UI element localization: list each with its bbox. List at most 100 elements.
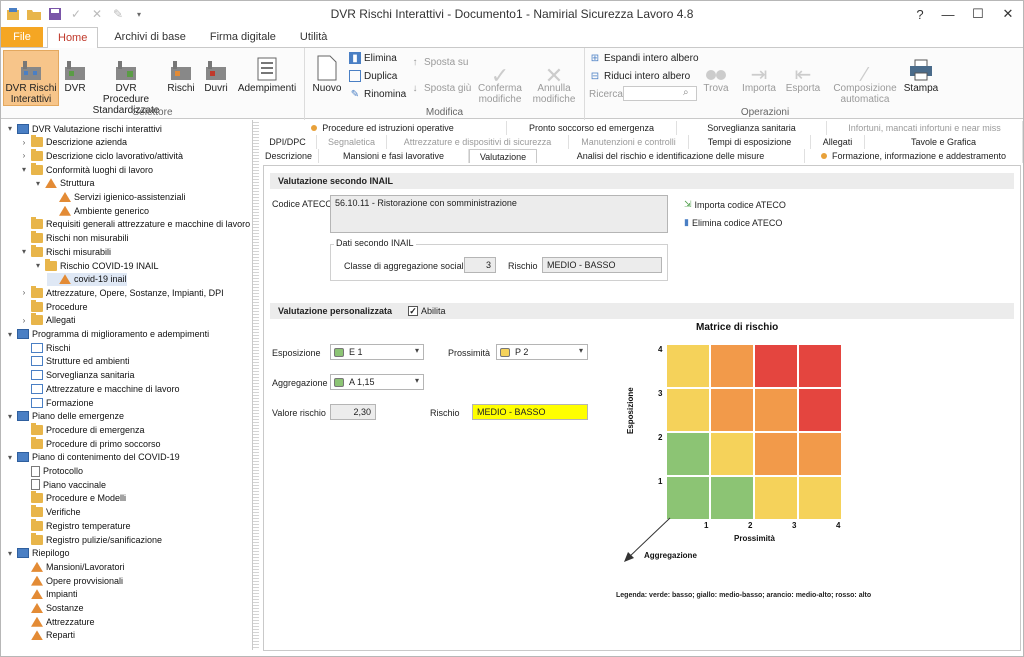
tree-item[interactable]: ▾ Programma di miglioramento e adempiment… — [5, 328, 209, 341]
quick-access-dropdown-icon[interactable]: ▾ — [130, 5, 148, 23]
tree-item[interactable]: Sostanze — [19, 602, 84, 615]
tree-item[interactable]: ▾ Piano di contenimento del COVID-19 — [5, 451, 180, 464]
tab-archivi-di-base[interactable]: Archivi di base — [104, 27, 196, 47]
conferma-modifiche-button[interactable]: ✓ Conferma modifiche — [475, 50, 525, 106]
composizione-automatica-button[interactable]: ⁄ Composizione automatica — [833, 50, 897, 105]
annulla-modifiche-button[interactable]: ✕ Annulla modifiche — [529, 50, 579, 106]
expand-toggle-icon[interactable]: ▾ — [33, 261, 43, 270]
content-tab[interactable]: Valutazione — [469, 149, 537, 163]
nuovo-button[interactable]: Nuovo — [309, 50, 345, 94]
importa-ateco-button[interactable]: ⇲ Importa codice ATECO — [684, 199, 786, 210]
abilita-checkbox[interactable]: ✓ — [408, 306, 419, 316]
tree-item[interactable]: Ambiente generico — [47, 204, 149, 217]
content-tab[interactable]: Procedure ed istruzioni operative — [259, 121, 507, 135]
tree-item[interactable]: ▾ DVR Valutazione rischi interattivi — [5, 122, 162, 135]
save-icon[interactable] — [46, 5, 64, 23]
dvr-button[interactable]: DVR — [61, 50, 89, 94]
expand-toggle-icon[interactable]: › — [19, 288, 29, 297]
expand-toggle-icon[interactable]: ▾ — [5, 549, 15, 558]
tree-item[interactable]: Formazione — [19, 396, 94, 409]
tab-utilita[interactable]: Utilità — [290, 27, 338, 47]
content-tab[interactable]: Analisi del rischio e identificazione de… — [537, 149, 805, 163]
open-folder-icon[interactable] — [25, 5, 43, 23]
tree-item[interactable]: Procedure di primo soccorso — [19, 436, 161, 450]
tree-item[interactable]: Registro pulizie/sanificazione — [19, 532, 162, 546]
expand-toggle-icon[interactable]: ▾ — [33, 179, 43, 188]
tab-file[interactable]: File — [1, 27, 43, 47]
tree-item[interactable]: ▾ Riepilogo — [5, 547, 70, 560]
tree-item[interactable]: ▾ Conformità luoghi di lavoro — [19, 162, 153, 176]
duplica-button[interactable]: Duplica — [349, 68, 397, 84]
expand-toggle-icon[interactable]: › — [19, 316, 29, 325]
help-icon[interactable]: ? — [905, 1, 935, 27]
minimize-button[interactable]: — — [933, 1, 963, 27]
tree-item[interactable]: ▾ Rischio COVID-19 INAIL — [33, 258, 159, 272]
sposta-su-button[interactable]: ↑ Sposta su — [409, 54, 469, 70]
tree-item[interactable]: Piano vaccinale — [19, 478, 106, 491]
content-tab[interactable]: Tempi di esposizione — [689, 135, 811, 149]
expand-toggle-icon[interactable]: ▾ — [5, 330, 15, 339]
tree-item[interactable]: ▾ Struttura — [33, 177, 95, 190]
content-tab[interactable]: Tavole e Grafica — [865, 135, 1023, 149]
rischio-personalizzato-field[interactable]: MEDIO - BASSO — [472, 404, 588, 420]
content-tab[interactable]: Pronto soccorso ed emergenza — [507, 121, 677, 135]
elimina-ateco-button[interactable]: ▮ Elimina codice ATECO — [684, 217, 782, 228]
tree-item[interactable]: Verifiche — [19, 505, 81, 519]
rischio-inail-field[interactable]: MEDIO - BASSO — [542, 257, 662, 273]
espandi-albero-button[interactable]: ⊞ Espandi intero albero — [589, 50, 699, 66]
tree-item[interactable]: ▾ Piano delle emergenze — [5, 410, 124, 423]
tree-item[interactable]: covid-19 inail — [47, 272, 127, 286]
stampa-button[interactable]: Stampa — [903, 50, 939, 94]
content-tab[interactable]: Segnaletica — [317, 135, 387, 149]
tree-item[interactable]: Impianti — [19, 588, 78, 601]
content-tab[interactable]: Allegati — [811, 135, 865, 149]
adempimenti-button[interactable]: Adempimenti — [237, 50, 297, 94]
tree-item[interactable]: Protocollo — [19, 465, 83, 478]
elimina-button[interactable]: ▮ Elimina — [349, 50, 397, 66]
tree-item[interactable]: Reparti — [19, 629, 75, 642]
close-button[interactable]: ✕ — [993, 1, 1023, 27]
tree-item[interactable]: Requisiti generali attrezzature e macchi… — [19, 217, 250, 231]
esposizione-select[interactable]: E 1 ▾ — [330, 344, 424, 360]
content-tab[interactable]: Manutenzioni e controlli — [569, 135, 689, 149]
content-tab[interactable]: Attrezzature e dispositivi di sicurezza — [387, 135, 569, 149]
prossimita-select[interactable]: P 2 ▾ — [496, 344, 588, 360]
expand-toggle-icon[interactable]: ▾ — [19, 165, 29, 174]
tree-item[interactable]: Strutture ed ambienti — [19, 355, 130, 368]
tree-item[interactable]: › Attrezzature, Opere, Sostanze, Impianti… — [19, 285, 224, 299]
tree-item[interactable]: Rischi — [19, 341, 71, 354]
sposta-giu-button[interactable]: ↓ Sposta giù — [409, 80, 472, 96]
content-tab[interactable]: Formazione, informazione e addestramento — [805, 149, 1023, 163]
wand-icon[interactable]: ✎ — [109, 5, 127, 23]
expand-toggle-icon[interactable]: ▾ — [5, 453, 15, 462]
tree-item[interactable]: Servizi igienico-assistenziali — [47, 191, 186, 204]
tree-item[interactable]: › Descrizione azienda — [19, 135, 127, 149]
content-tab[interactable]: Infortuni, mancati infortuni e near miss — [827, 121, 1023, 135]
tree-item[interactable]: Procedure e Modelli — [19, 491, 126, 505]
tree-item[interactable]: Rischi non misurabili — [19, 231, 129, 245]
tree-item[interactable]: ▾ Rischi misurabili — [19, 244, 111, 258]
content-tab[interactable]: Sorveglianza sanitaria — [677, 121, 827, 135]
importa-button[interactable]: ⇥ Importa — [741, 50, 777, 94]
close-x-icon[interactable]: ✕ — [88, 5, 106, 23]
tab-firma-digitale[interactable]: Firma digitale — [200, 27, 286, 47]
tree-item[interactable]: Procedure — [19, 299, 88, 313]
codice-ateco-field[interactable]: 56.10.11 - Ristorazione con somministraz… — [330, 195, 668, 233]
tree-item[interactable]: Attrezzature e macchine di lavoro — [19, 382, 180, 395]
expand-toggle-icon[interactable]: ▾ — [5, 412, 15, 421]
esporta-button[interactable]: ⇤ Esporta — [785, 50, 821, 94]
content-tab[interactable]: DPI/DPC — [259, 135, 317, 149]
tree-item[interactable]: › Descrizione ciclo lavorativo/attività — [19, 148, 183, 162]
rischi-button[interactable]: Rischi — [165, 50, 197, 94]
tree-item[interactable]: Attrezzature — [19, 615, 95, 628]
valore-rischio-field[interactable]: 2,30 — [330, 404, 376, 420]
dvr-rischi-interattivi-button[interactable]: DVR Rischi Interattivi — [3, 50, 59, 106]
splitter[interactable] — [253, 120, 259, 650]
check-icon[interactable]: ✓ — [67, 5, 85, 23]
rinomina-button[interactable]: ✎ Rinomina — [349, 86, 406, 102]
riduci-albero-button[interactable]: ⊟ Riduci intero albero — [589, 68, 690, 84]
tree-item[interactable]: › Allegati — [19, 313, 76, 327]
tree-item[interactable]: Procedure di emergenza — [19, 422, 145, 436]
trova-button[interactable]: Trova — [701, 50, 731, 94]
maximize-button[interactable]: ☐ — [963, 1, 993, 27]
